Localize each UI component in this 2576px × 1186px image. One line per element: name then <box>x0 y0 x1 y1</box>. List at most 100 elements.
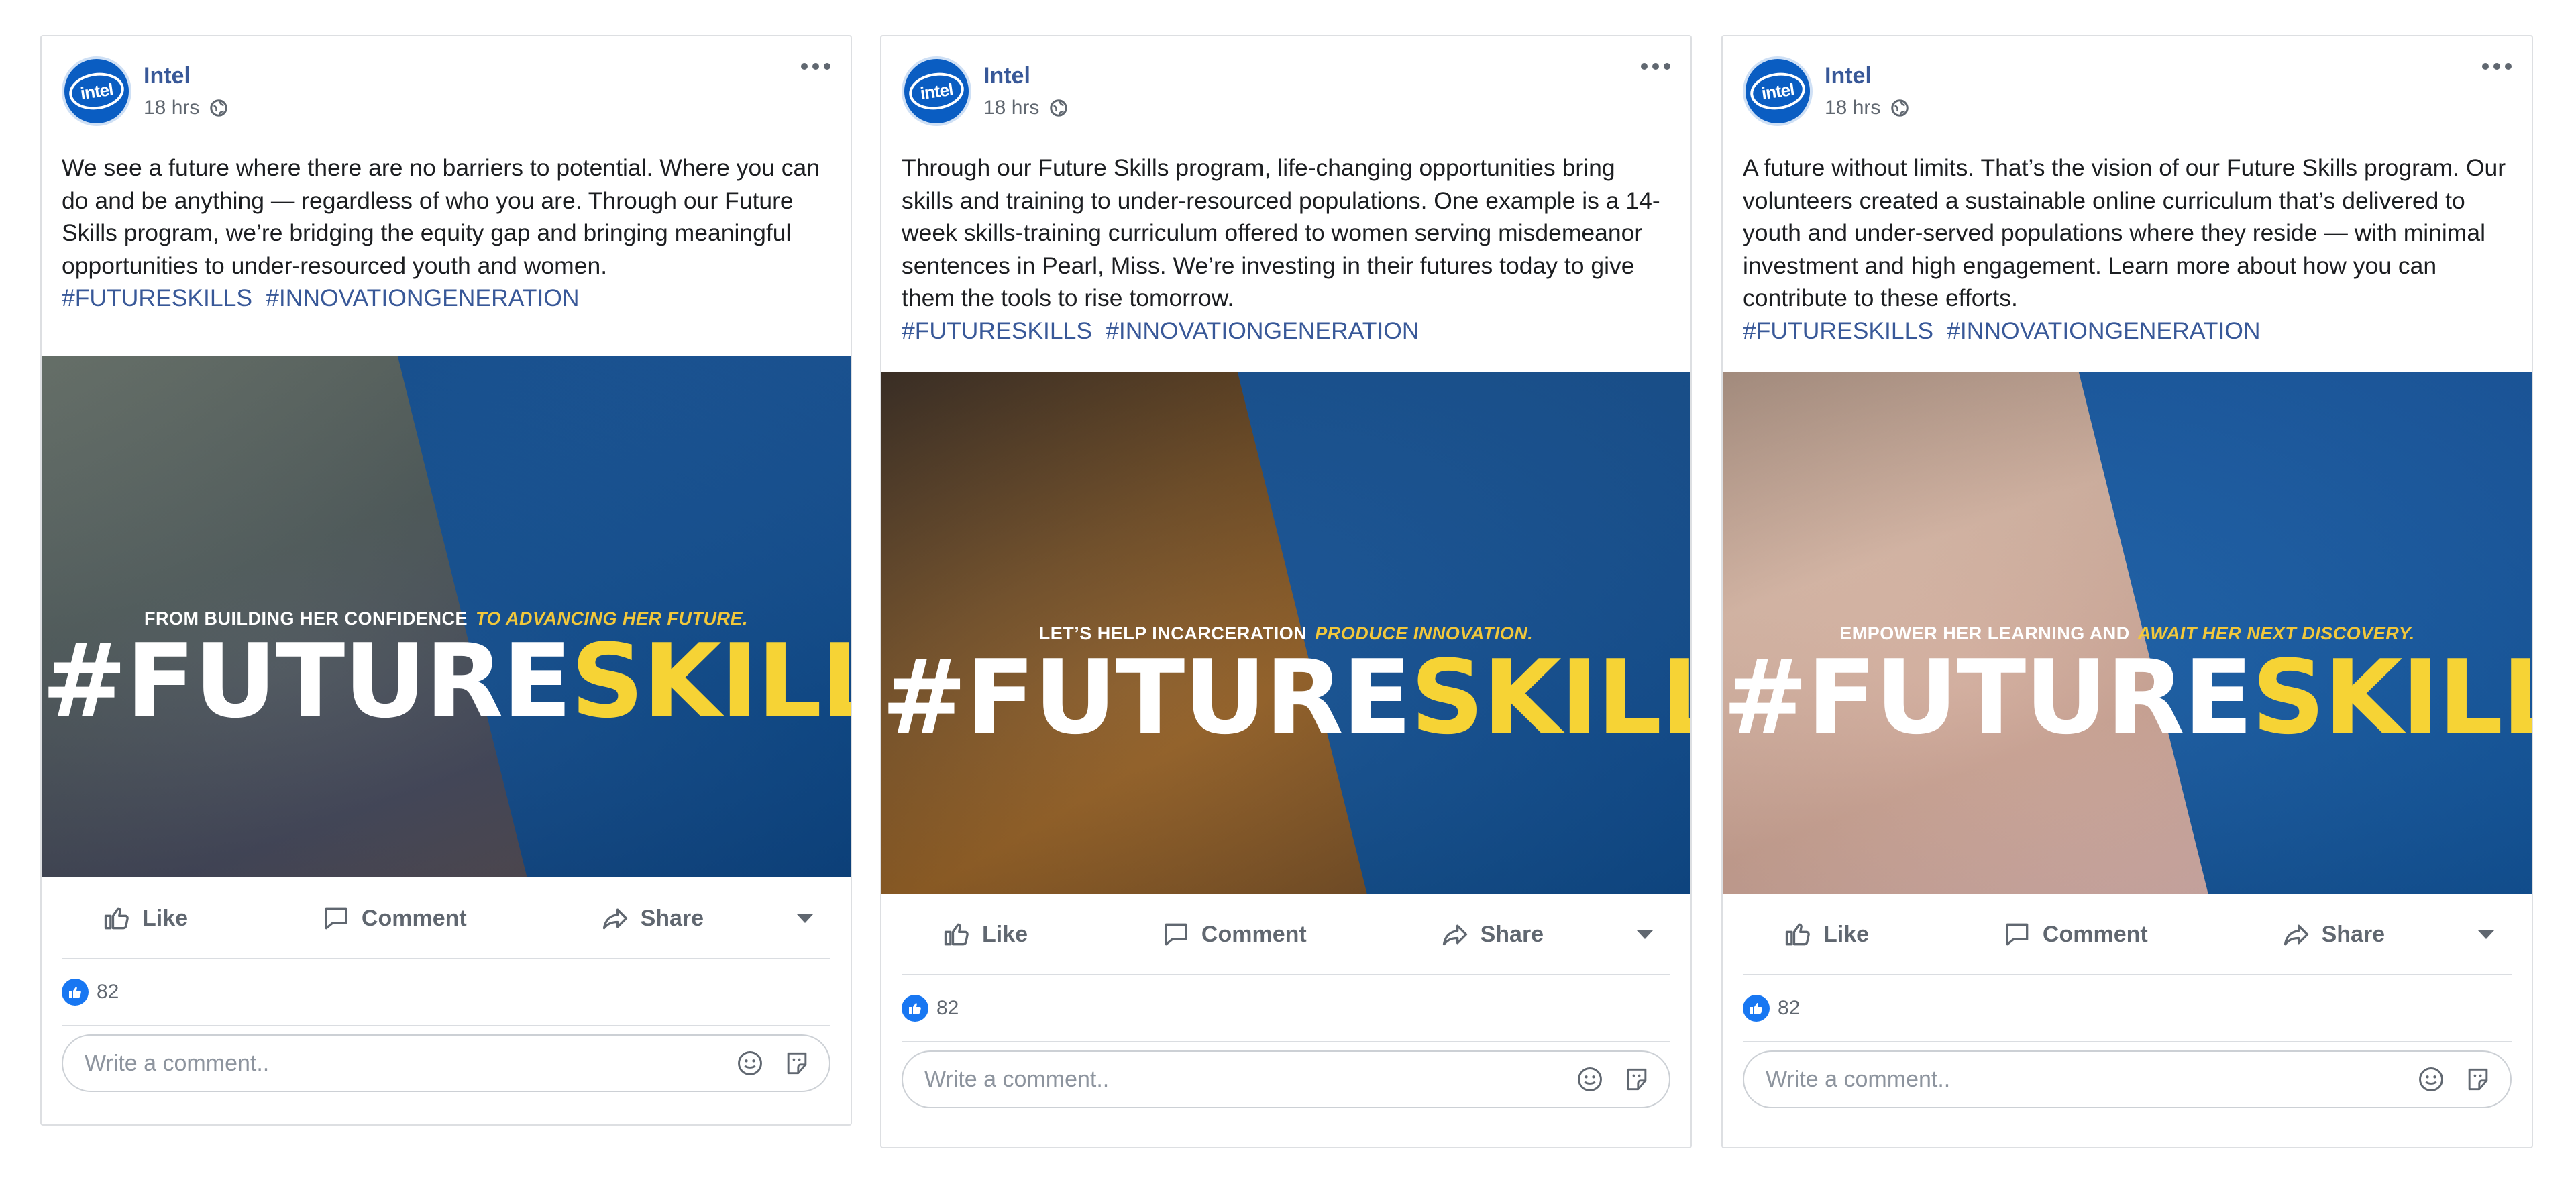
comment-bubble-icon <box>2006 923 2029 946</box>
more-options-icon[interactable] <box>1641 63 1670 70</box>
post-body: A future without limits. That’s the visi… <box>1743 154 2506 311</box>
chevron-down-icon[interactable] <box>1636 930 1653 939</box>
thumbs-up-icon <box>944 923 969 946</box>
logo-text: intel <box>1760 78 1796 103</box>
emoji-icon[interactable] <box>2416 1065 2446 1094</box>
author-name[interactable]: Intel <box>1825 63 1872 89</box>
post-image[interactable]: LET’S HELP INCARCERATION PRODUCE INNOVATI… <box>881 372 1690 894</box>
share-label: Share <box>640 905 704 931</box>
timestamp[interactable]: 18 hrs <box>1825 97 1880 119</box>
hashtag-link[interactable]: #FUTURESKILLS <box>902 317 1092 344</box>
share-label: Share <box>1480 921 1544 947</box>
reaction-summary[interactable]: 82 <box>1743 975 2512 1042</box>
post-body: Through our Future Skills program, life-… <box>902 154 1660 311</box>
share-arrow-icon <box>602 908 627 930</box>
reaction-summary[interactable]: 82 <box>902 975 1670 1042</box>
like-button[interactable]: Like <box>1743 920 1909 949</box>
emoji-icon[interactable] <box>1575 1065 1605 1094</box>
comment-composer <box>62 1034 830 1092</box>
like-label: Like <box>142 905 189 931</box>
thumbs-up-icon <box>1785 923 1810 946</box>
chevron-down-icon[interactable] <box>796 914 813 923</box>
headline-yellow: SKILLS <box>1410 638 1690 757</box>
avatar[interactable]: intel <box>1743 56 1813 126</box>
timestamp[interactable]: 18 hrs <box>144 97 199 119</box>
post-header: intel Intel 18 hrs <box>881 36 1690 126</box>
avatar[interactable]: intel <box>62 56 131 126</box>
comment-composer <box>902 1050 1670 1108</box>
like-button[interactable]: Like <box>62 904 228 933</box>
hashtag-list: #FUTURESKILLS #INNOVATIONGENERATION <box>1743 315 2512 347</box>
comment-button[interactable]: Comment <box>1121 920 1347 949</box>
hashtag-link[interactable]: #FUTURESKILLS <box>62 284 252 311</box>
share-arrow-icon <box>2284 924 2308 946</box>
author-name[interactable]: Intel <box>983 63 1030 89</box>
thumbs-up-icon <box>104 907 129 930</box>
like-reaction-icon <box>62 979 89 1006</box>
logo-text: intel <box>78 78 115 103</box>
more-options-icon[interactable] <box>801 63 830 70</box>
post-card: intel Intel 18 hrs Through our Future Sk… <box>880 35 1692 1148</box>
hashtag-link[interactable]: #FUTURESKILLS <box>1743 317 1933 344</box>
comment-bubble-icon <box>325 907 347 930</box>
sticker-icon[interactable] <box>1622 1065 1652 1094</box>
comment-label: Comment <box>1201 921 1307 947</box>
globe-icon <box>1891 99 1909 117</box>
like-label: Like <box>1823 921 1870 947</box>
emoji-icon[interactable] <box>735 1048 765 1078</box>
comment-label: Comment <box>2042 921 2148 947</box>
action-bar: Like Comment Share <box>1743 895 2512 975</box>
sticker-icon[interactable] <box>782 1048 812 1078</box>
avatar[interactable]: intel <box>902 56 971 126</box>
comment-input[interactable] <box>923 1065 1558 1093</box>
like-label: Like <box>982 921 1028 947</box>
post-image[interactable]: EMPOWER HER LEARNING AND AWAIT HER NEXT D… <box>1723 372 2532 894</box>
share-button[interactable]: Share <box>2241 920 2426 949</box>
post-card: intel Intel 18 hrs We see a future where… <box>40 35 852 1126</box>
post-meta: 18 hrs <box>144 97 229 119</box>
post-meta: 18 hrs <box>1825 97 1910 119</box>
post-header: intel Intel 18 hrs <box>1723 36 2532 126</box>
comment-input[interactable] <box>1764 1065 2399 1093</box>
chevron-down-icon[interactable] <box>2477 930 2494 939</box>
intel-logo: intel <box>1748 69 1808 113</box>
share-button[interactable]: Share <box>1400 920 1585 949</box>
post-text: We see a future where there are no barri… <box>62 152 830 315</box>
image-headline: #FUTURESKILLS <box>1723 647 2532 749</box>
comment-label: Comment <box>361 905 467 931</box>
author-name[interactable]: Intel <box>144 63 191 89</box>
headline-white: #FUTURE <box>1723 638 2253 757</box>
comment-button[interactable]: Comment <box>281 904 507 933</box>
like-reaction-icon <box>1743 995 1770 1022</box>
image-headline: #FUTURESKILLS <box>881 647 1690 749</box>
comment-bubble-icon <box>1165 923 1187 946</box>
more-options-icon[interactable] <box>2482 63 2512 70</box>
share-arrow-icon <box>1442 924 1467 946</box>
post-image[interactable]: FROM BUILDING HER CONFIDENCE TO ADVANCING… <box>42 356 851 877</box>
headline-yellow: SKILLS <box>2251 638 2532 757</box>
hashtag-link[interactable]: #INNOVATIONGENERATION <box>1106 317 1419 344</box>
intel-logo: intel <box>66 69 127 113</box>
reaction-summary[interactable]: 82 <box>62 959 830 1026</box>
reaction-count: 82 <box>936 997 959 1019</box>
image-headline: #FUTURESKILLS <box>42 631 851 733</box>
action-bar: Like Comment Share <box>62 879 830 959</box>
globe-icon <box>1050 99 1068 117</box>
hashtag-link[interactable]: #INNOVATIONGENERATION <box>1947 317 2260 344</box>
share-button[interactable]: Share <box>560 904 745 933</box>
like-button[interactable]: Like <box>902 920 1068 949</box>
intel-logo: intel <box>906 69 967 113</box>
headline-white: #FUTURE <box>881 638 1412 757</box>
comment-composer <box>1743 1050 2512 1108</box>
hashtag-link[interactable]: #INNOVATIONGENERATION <box>266 284 579 311</box>
comment-button[interactable]: Comment <box>1962 920 2188 949</box>
logo-text: intel <box>918 78 955 103</box>
comment-input[interactable] <box>83 1049 718 1077</box>
post-text: A future without limits. That’s the visi… <box>1743 152 2512 347</box>
action-bar: Like Comment Share <box>902 895 1670 975</box>
globe-icon <box>210 99 228 117</box>
headline-yellow: SKILLS <box>570 622 851 741</box>
post-text: Through our Future Skills program, life-… <box>902 152 1670 347</box>
timestamp[interactable]: 18 hrs <box>983 97 1039 119</box>
sticker-icon[interactable] <box>2463 1065 2493 1094</box>
